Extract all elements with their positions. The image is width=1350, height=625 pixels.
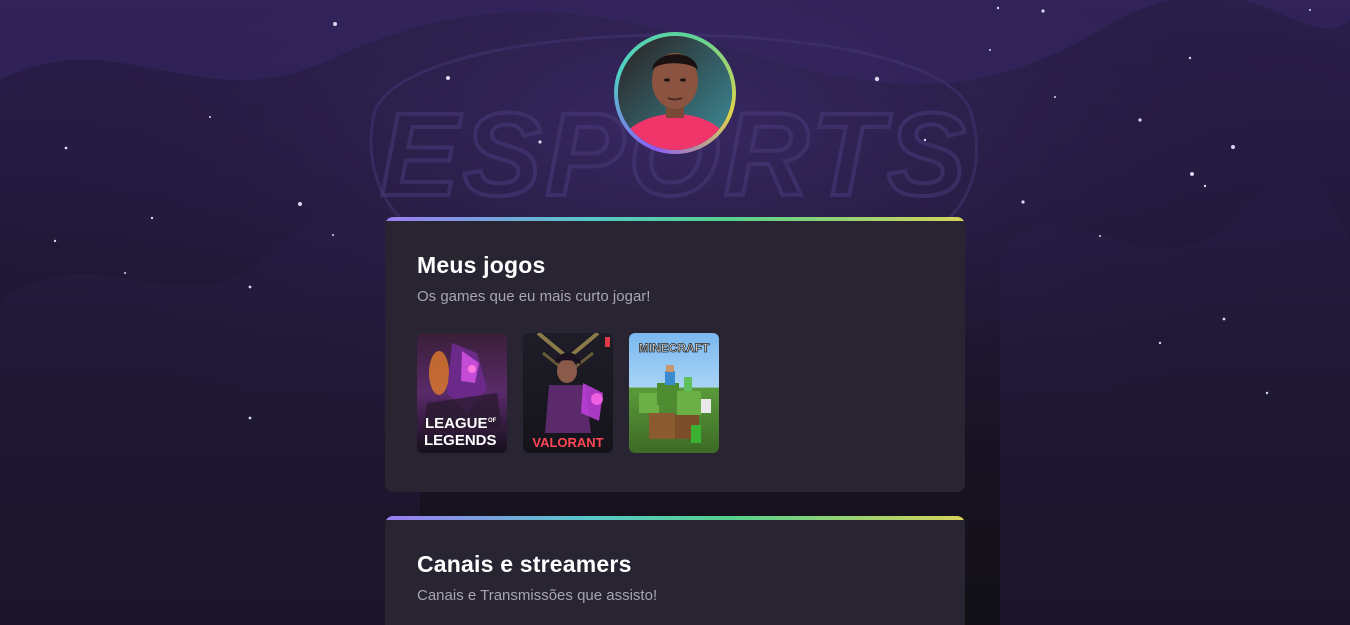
channels-section-subtitle: Canais e Transmissões que assisto! — [417, 587, 658, 604]
game-card-minecraft[interactable]: MINECRAFT — [629, 333, 719, 453]
channels-section-title: Canais e streamers — [417, 551, 632, 577]
lol-logo-line2: LEGENDS — [424, 432, 497, 449]
minecraft-cover: MINECRAFT — [629, 333, 719, 453]
games-section-subtitle: Os games que eu mais curto jogar! — [417, 288, 651, 305]
valorant-cover: VALORANT — [523, 333, 613, 453]
games-list: LEAGUE OF LEGENDS VALORANT MINECRAFT — [417, 333, 719, 453]
profile-avatar — [618, 36, 732, 150]
profile-avatar-ring — [614, 32, 736, 154]
games-section-title: Meus jogos — [417, 252, 546, 278]
channels-section: Canais e streamers Canais e Transmissões… — [385, 516, 965, 625]
lol-logo-line1: LEAGUE — [425, 415, 488, 432]
game-card-valorant[interactable]: VALORANT — [523, 333, 613, 453]
game-card-league-of-legends[interactable]: LEAGUE OF LEGENDS — [417, 333, 507, 453]
lol-logo-of: OF — [488, 418, 497, 424]
valorant-logo-text: VALORANT — [532, 435, 603, 450]
minecraft-logo-text: MINECRAFT — [639, 341, 710, 355]
league-of-legends-cover: LEAGUE OF LEGENDS — [417, 333, 507, 453]
games-section: Meus jogos Os games que eu mais curto jo… — [385, 217, 965, 492]
